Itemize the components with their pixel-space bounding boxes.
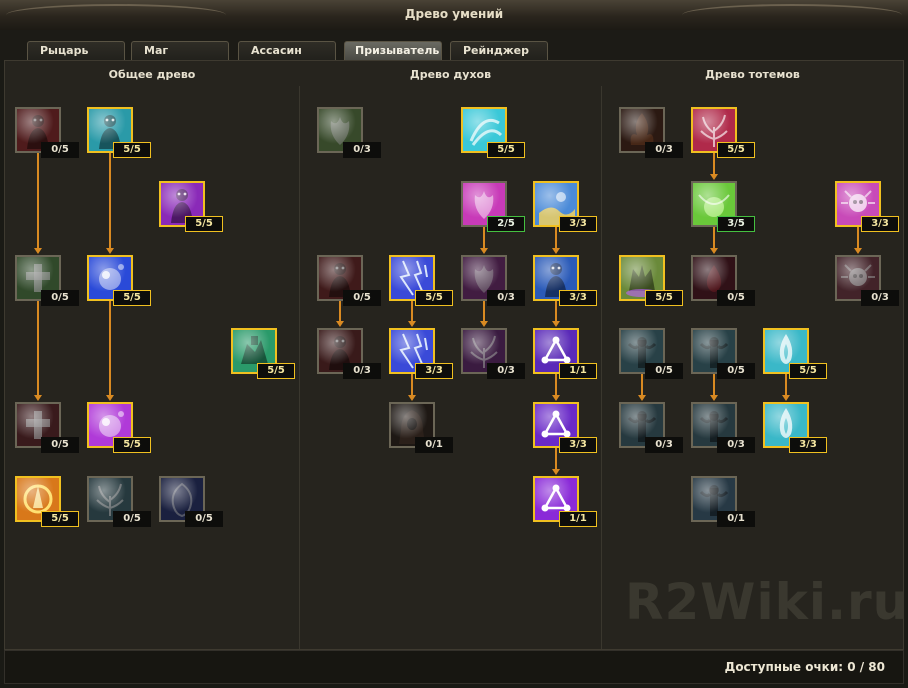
skill-level-counter: 5/5 [257,363,295,379]
skill-level-counter: 0/1 [415,437,453,453]
skill-level-counter: 1/1 [559,511,597,527]
tab-knight[interactable]: Рыцарь [27,41,125,60]
skill-level-counter: 3/3 [559,290,597,306]
skill-level-counter: 0/5 [717,290,755,306]
skill-level-counter: 0/3 [343,142,381,158]
prerequisite-arrow [552,448,560,475]
prerequisite-arrow [638,374,646,401]
skill-tree-window: Древо умений Рыцарь Маг Ассасин Призыват… [0,0,908,688]
skill-level-counter: 5/5 [113,142,151,158]
skill-level-counter: 0/3 [717,437,755,453]
tab-summoner[interactable]: Призыватель [344,41,442,60]
prerequisite-arrow [552,374,560,401]
skill-level-counter: 0/5 [41,437,79,453]
prerequisite-arrow [106,153,114,254]
skill-level-counter: 2/5 [487,216,525,232]
skill-level-counter: 3/3 [789,437,827,453]
class-tabs: Рыцарь Маг Ассасин Призыватель Рейнджер [0,30,908,60]
tree-title-spirits: Древо духов [409,68,492,81]
skill-level-counter: 5/5 [415,290,453,306]
tab-assassin[interactable]: Ассасин [238,41,336,60]
skill-level-counter: 3/5 [717,216,755,232]
prerequisite-arrow [34,153,42,254]
skill-level-counter: 0/5 [41,290,79,306]
skill-level-counter: 0/3 [487,363,525,379]
skill-level-counter: 3/3 [861,216,899,232]
prerequisite-arrow [106,301,114,401]
available-points: Доступные очки: 0 / 80 [724,660,885,674]
skill-trees-panel: Общее древо Древо духов Древо тотемов R2… [4,60,904,650]
skill-level-counter: 5/5 [789,363,827,379]
prerequisite-arrow [710,153,718,180]
skill-level-counter: 0/5 [113,511,151,527]
prerequisite-arrow [710,227,718,254]
skill-level-counter: 3/3 [559,437,597,453]
footer-bar: Доступные очки: 0 / 80 [4,650,904,684]
tree-title-general: Общее древо [108,68,196,81]
prerequisite-arrow [552,301,560,327]
skill-level-counter: 1/1 [559,363,597,379]
prerequisite-arrow [408,301,416,327]
prerequisite-arrow [552,227,560,254]
skill-level-counter: 5/5 [41,511,79,527]
prerequisite-arrow [480,301,488,327]
skill-level-counter: 5/5 [717,142,755,158]
tree-title-totems: Древо тотемов [705,68,800,81]
skill-level-counter: 5/5 [487,142,525,158]
skill-level-counter: 5/5 [113,437,151,453]
skill-level-counter: 0/3 [645,437,683,453]
column-divider [299,86,300,649]
skill-level-counter: 0/5 [41,142,79,158]
skill-level-counter: 5/5 [113,290,151,306]
skill-level-counter: 5/5 [185,216,223,232]
prerequisite-arrow [34,301,42,401]
window-title: Древо умений [404,7,504,21]
skill-level-counter: 0/1 [717,511,755,527]
prerequisite-arrow [782,374,790,401]
skill-level-counter: 5/5 [645,290,683,306]
tab-ranger[interactable]: Рейнджер [450,41,548,60]
skill-level-counter: 0/3 [343,363,381,379]
skill-level-counter: 0/3 [645,142,683,158]
prerequisite-arrow [336,301,344,327]
skill-level-counter: 0/3 [861,290,899,306]
title-bar[interactable]: Древо умений [0,0,908,31]
skill-level-counter: 0/5 [645,363,683,379]
skill-level-counter: 0/5 [343,290,381,306]
skill-level-counter: 0/3 [487,290,525,306]
skill-level-counter: 3/3 [559,216,597,232]
watermark: R2Wiki.ru [625,573,904,631]
skill-level-counter: 3/3 [415,363,453,379]
prerequisite-arrow [710,374,718,401]
prerequisite-arrow [854,227,862,254]
prerequisite-arrow [408,374,416,401]
tab-mage[interactable]: Маг [131,41,229,60]
skill-level-counter: 0/5 [185,511,223,527]
column-divider [601,86,602,649]
prerequisite-arrow [480,227,488,254]
skill-level-counter: 0/5 [717,363,755,379]
